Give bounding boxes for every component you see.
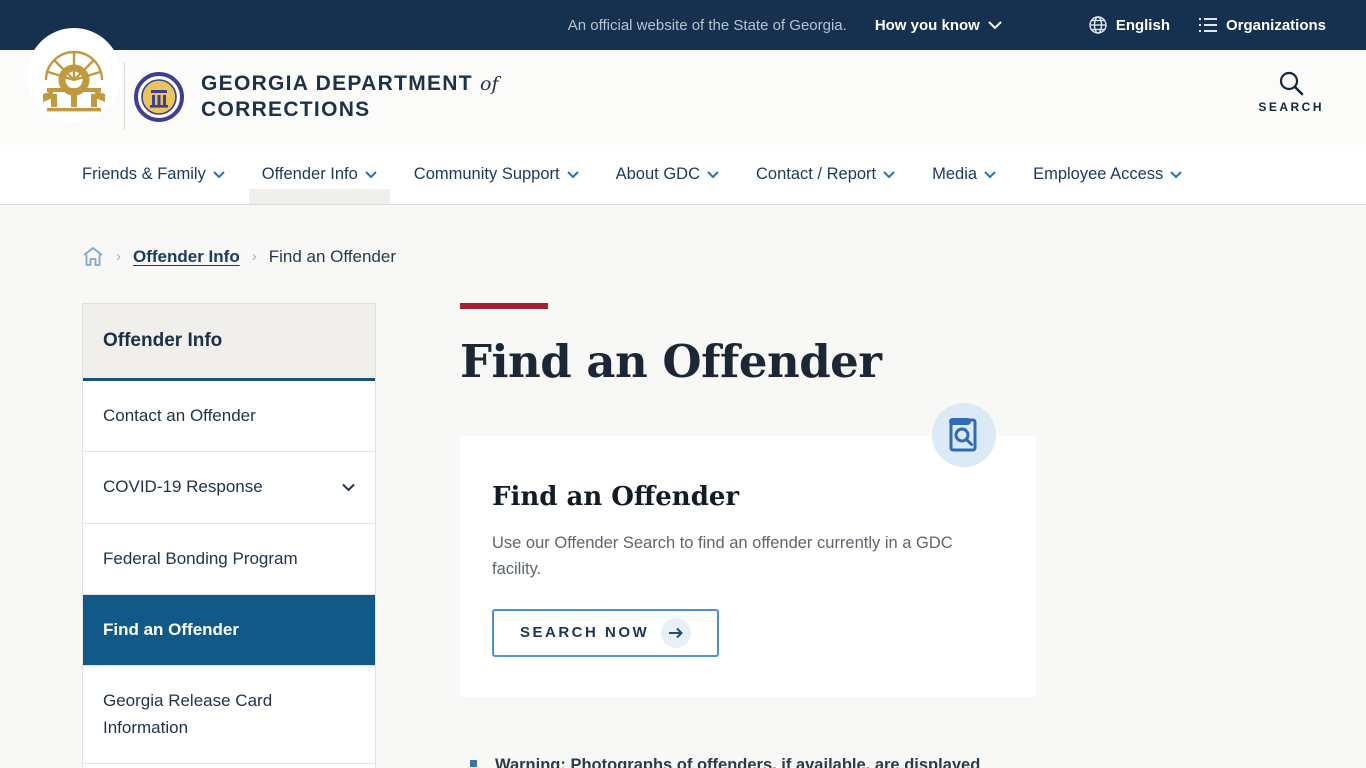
sidebar-item-contact-an-offender[interactable]: Contact an Offender — [83, 381, 375, 453]
nav-label: About GDC — [615, 165, 700, 183]
nav-label: Contact / Report — [755, 165, 877, 183]
document-search-icon — [932, 403, 996, 467]
nav-community-support[interactable]: Community Support — [414, 145, 579, 204]
sidebar-item-label: COVID-19 Response — [103, 477, 263, 497]
card-body-text: Use our Offender Search to find an offen… — [492, 534, 953, 579]
main-content: Find an Offender Find an Offender Use ou… — [460, 303, 1036, 768]
nav-media[interactable]: Media — [932, 145, 996, 204]
nav-label: Offender Info — [261, 165, 358, 183]
breadcrumb-current: Find an Offender — [268, 246, 396, 266]
language-selector[interactable]: English — [1088, 15, 1170, 35]
warning-text: Warning: Photographs of offenders, if av… — [495, 755, 981, 768]
globe-icon — [1088, 15, 1108, 35]
chevron-down-icon — [213, 170, 225, 178]
sidebar-item-covid-19-response[interactable]: COVID-19 Response — [83, 452, 375, 524]
chevron-down-icon — [342, 483, 355, 492]
sidebar-item-label: Find an Offender — [103, 620, 239, 640]
breadcrumb-separator: › — [251, 248, 257, 265]
sidebar-item-label: Contact an Offender — [103, 406, 256, 425]
sidebar-item-federal-bonding-program[interactable]: Federal Bonding Program — [83, 523, 375, 596]
gdc-seal — [134, 72, 184, 122]
nav-employee-access[interactable]: Employee Access — [1033, 145, 1183, 204]
how-you-know-toggle[interactable]: How you know — [875, 17, 1002, 34]
main-nav: Friends & Family Offender Info Community… — [0, 145, 1366, 205]
search-button[interactable]: SEARCH — [1258, 70, 1324, 114]
breadcrumb: › Offender Info › Find an Offender — [82, 246, 1366, 267]
sidebar-item-find-an-offender[interactable]: Find an Offender — [83, 595, 375, 667]
chevron-down-icon — [365, 170, 377, 178]
bullet-icon — [470, 759, 477, 767]
header-divider — [124, 62, 125, 130]
chevron-down-icon — [1170, 170, 1183, 178]
accent-line — [460, 303, 548, 309]
how-you-know-label: How you know — [874, 16, 980, 34]
chevron-down-icon — [984, 170, 996, 178]
warning-list-item: Warning: Photographs of offenders, if av… — [460, 753, 1036, 768]
search-now-button[interactable]: SEARCH NOW — [492, 608, 720, 657]
search-label: SEARCH — [1258, 100, 1324, 114]
nav-friends-family[interactable]: Friends & Family — [82, 145, 225, 204]
official-banner: An official website of the State of Geor… — [0, 0, 1366, 50]
georgia-arch-logo[interactable] — [27, 28, 121, 122]
arrow-right-icon — [661, 617, 692, 648]
chevron-down-icon — [883, 170, 895, 178]
organizations-label: Organizations — [1225, 16, 1326, 34]
search-now-label: SEARCH NOW — [520, 624, 650, 642]
sidebar-item-georgia-release-card[interactable]: Georgia Release Card Information — [83, 666, 375, 765]
sidebar-offender-info: Offender Info Contact an Offender COVID-… — [82, 303, 376, 768]
nav-contact-report[interactable]: Contact / Report — [756, 145, 895, 204]
organizations-link[interactable]: Organizations — [1198, 17, 1326, 34]
chevron-down-icon — [566, 170, 579, 178]
home-icon[interactable] — [82, 246, 104, 267]
site-header: GEORGIA DEPARTMENT of CORRECTIONS SEARCH — [0, 28, 1366, 145]
official-text: An official website of the State of Geor… — [567, 16, 847, 34]
page-title: Find an Offender — [460, 335, 882, 388]
nav-about-gdc[interactable]: About GDC — [616, 145, 719, 204]
nav-label: Community Support — [413, 165, 560, 183]
sidebar-item-label: Federal Bonding Program — [103, 548, 298, 568]
sidebar-item-incarcerated-veterans[interactable]: Incarcerated Veterans — [83, 764, 375, 768]
content-area: Offender Info Contact an Offender COVID-… — [82, 303, 1366, 768]
agency-line2: CORRECTIONS — [201, 98, 371, 121]
nav-label: Media — [932, 165, 978, 183]
card-title: Find an Offender — [492, 482, 740, 512]
organizations-list-icon — [1198, 17, 1218, 33]
sidebar-title: Offender Info — [83, 304, 375, 381]
language-label: English — [1115, 16, 1170, 34]
breadcrumb-offender-info[interactable]: Offender Info — [133, 247, 240, 267]
sidebar-item-label: Georgia Release Card Information — [103, 691, 273, 737]
nav-label: Employee Access — [1033, 165, 1164, 183]
nav-label: Friends & Family — [82, 165, 206, 183]
breadcrumb-separator: › — [116, 248, 121, 265]
agency-of: of — [480, 73, 499, 95]
chevron-down-icon — [988, 20, 1002, 30]
nav-offender-info[interactable]: Offender Info — [248, 145, 390, 204]
find-offender-card: Find an Offender Use our Offender Search… — [460, 403, 1036, 697]
chevron-down-icon — [707, 170, 719, 178]
agency-title[interactable]: GEORGIA DEPARTMENT of CORRECTIONS — [201, 71, 499, 122]
agency-line1: GEORGIA DEPARTMENT — [201, 72, 473, 95]
